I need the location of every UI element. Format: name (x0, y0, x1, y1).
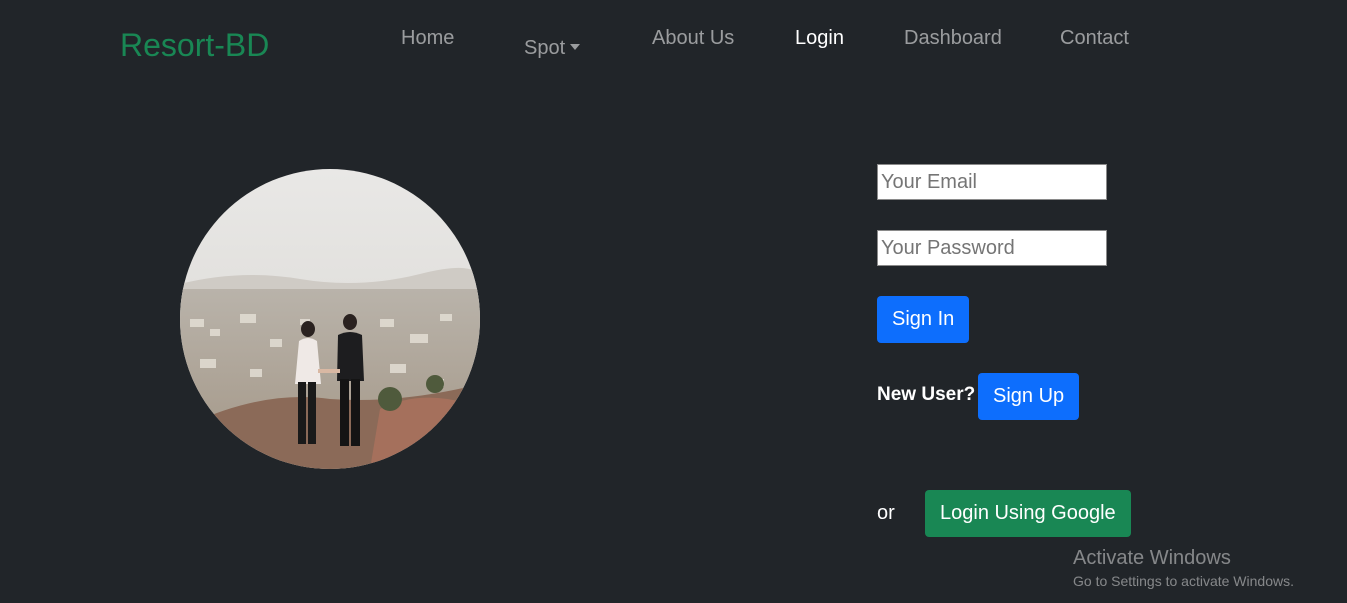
nav-spot-label: Spot (524, 37, 566, 59)
password-field[interactable] (877, 230, 1107, 266)
hero-photo (180, 169, 480, 469)
sign-up-button[interactable]: Sign Up (978, 373, 1080, 420)
email-field[interactable] (877, 164, 1107, 200)
or-label: or (877, 502, 895, 524)
new-user-label: New User? (877, 384, 976, 405)
nav-home[interactable]: Home (401, 27, 454, 50)
activate-windows-subtitle: Go to Settings to activate Windows. (1073, 573, 1294, 589)
nav-about[interactable]: About Us (652, 27, 734, 50)
caret-down-icon (570, 44, 581, 51)
google-login-button[interactable]: Login Using Google (925, 490, 1131, 537)
activate-windows-title: Activate Windows (1073, 547, 1231, 569)
brand-logo[interactable]: Resort-BD (120, 27, 269, 64)
nav-login[interactable]: Login (795, 27, 844, 50)
nav-dashboard[interactable]: Dashboard (904, 27, 1002, 50)
sign-in-button[interactable]: Sign In (877, 296, 970, 343)
nav-spot-dropdown[interactable]: Spot (524, 37, 581, 60)
login-page: Resort-BD Home Spot About Us Login Dashb… (0, 0, 1347, 603)
nav-contact[interactable]: Contact (1060, 27, 1129, 50)
